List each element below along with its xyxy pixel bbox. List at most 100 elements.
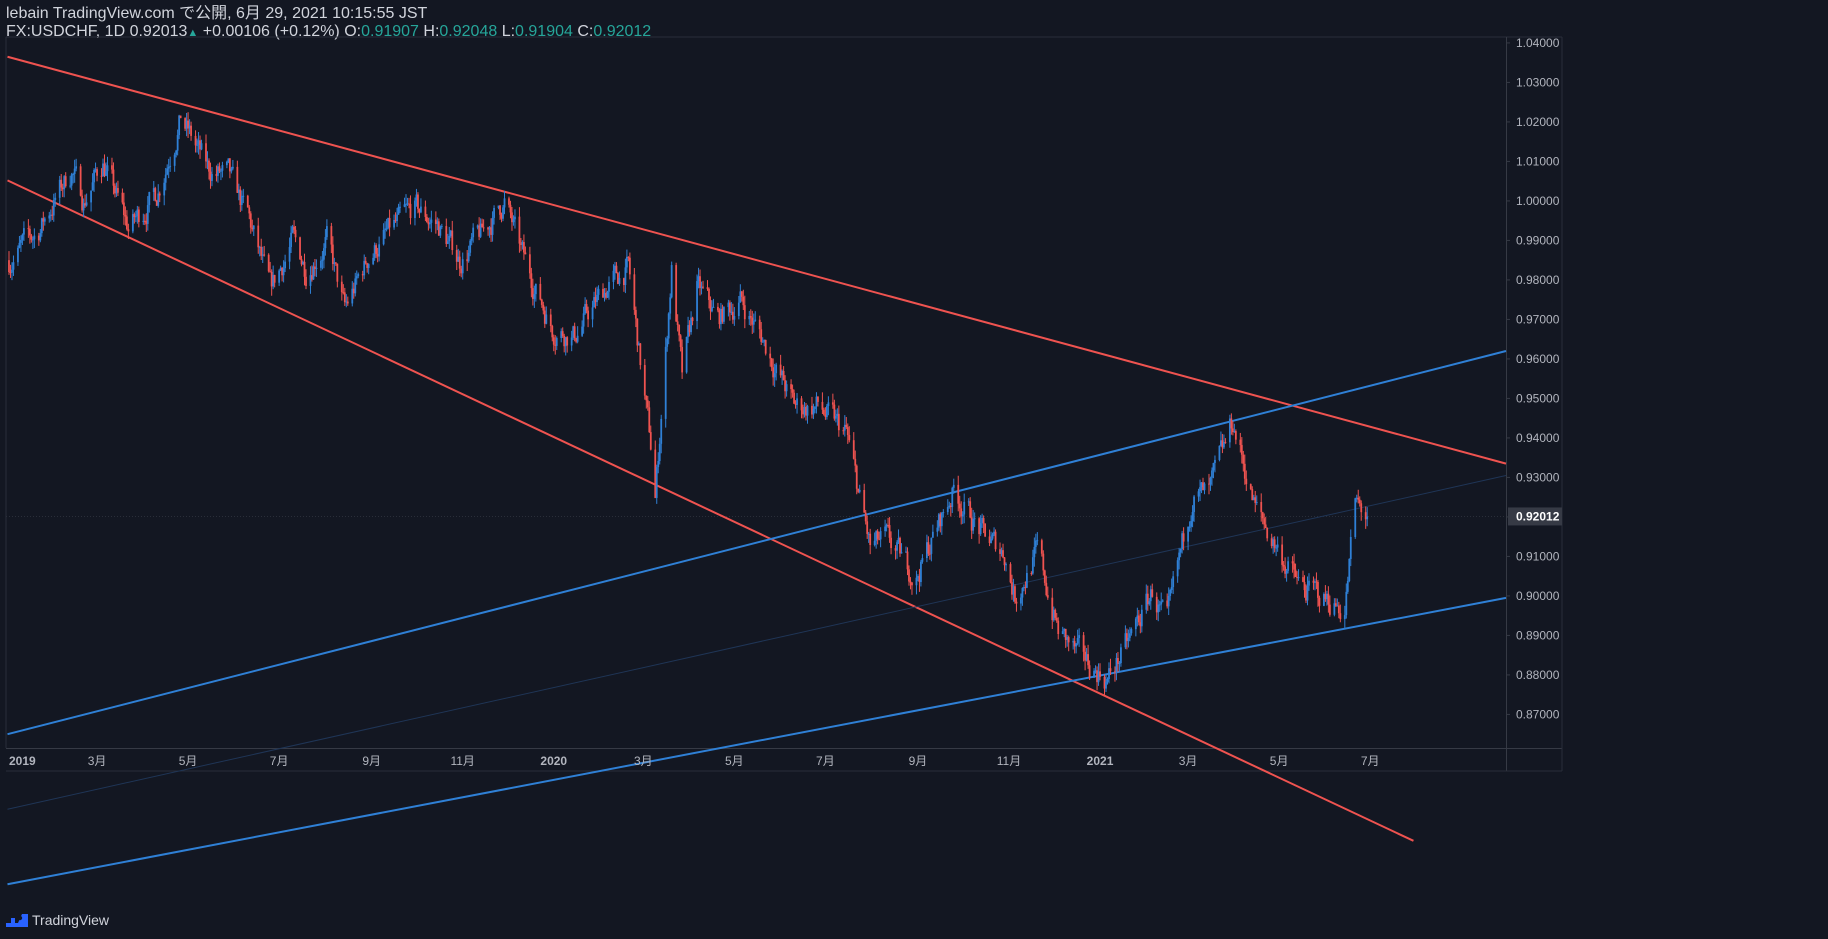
candle-body <box>1076 638 1079 644</box>
candle-body <box>555 338 558 346</box>
candle-body <box>679 335 682 347</box>
candle-body <box>930 537 933 554</box>
candle-body <box>1266 527 1269 539</box>
candle-body <box>205 143 207 162</box>
candle-body <box>848 434 851 441</box>
candle-body <box>899 537 901 554</box>
candle-body <box>123 202 125 216</box>
candle-body <box>382 229 385 245</box>
candle-body <box>655 467 658 498</box>
time-tick-label: 2020 <box>540 754 567 768</box>
candle-body <box>17 247 19 263</box>
price-chart[interactable]: 1.04000 1.03000 1.02000 1.01000 1.00000 0.990… <box>0 0 1828 939</box>
candle-body <box>666 338 669 347</box>
candle-body <box>921 558 924 562</box>
candle-body <box>1282 564 1285 567</box>
candle-body <box>1082 635 1085 652</box>
candle-body <box>481 223 484 228</box>
candle-body <box>834 415 837 419</box>
candle-body <box>728 302 731 313</box>
candle-body <box>303 261 306 277</box>
candle-body <box>428 222 431 225</box>
candle-body <box>890 537 892 549</box>
candle-body <box>1276 544 1279 548</box>
candle-body <box>1042 553 1045 571</box>
price-tick-label: 0.87000 <box>1516 707 1560 721</box>
candle-body <box>1264 524 1267 528</box>
candle-body <box>931 531 934 538</box>
candle-body <box>585 304 588 311</box>
price-tick-label: 0.96000 <box>1516 352 1560 366</box>
candle-body <box>388 217 391 228</box>
candle-body <box>445 226 448 244</box>
candle-body <box>733 316 736 320</box>
candle-body <box>812 408 815 415</box>
candle-body <box>372 257 375 265</box>
price-tick-label: 1.01000 <box>1516 154 1560 168</box>
candle-body <box>493 208 495 218</box>
candle-body <box>1337 605 1340 614</box>
candle-body <box>1281 544 1284 565</box>
candle-body <box>884 526 887 532</box>
candle-body <box>806 405 809 416</box>
candle-body <box>1354 498 1357 537</box>
candle-body <box>23 228 25 235</box>
candle-body <box>502 207 504 219</box>
candle-body <box>393 219 395 228</box>
candle-body <box>284 261 287 269</box>
candle-body <box>1255 502 1258 504</box>
price-tick-label: 0.93000 <box>1516 470 1560 484</box>
candle-body <box>420 206 422 213</box>
candle-body <box>1302 577 1304 582</box>
candle-body <box>957 484 960 504</box>
candle-body <box>1151 589 1154 597</box>
candle-body <box>225 161 228 166</box>
tradingview-logo[interactable]: TradingView <box>6 911 109 929</box>
candle-body <box>612 270 615 282</box>
candle-body <box>166 168 169 175</box>
candle-body <box>397 206 400 215</box>
candle-body <box>430 219 433 223</box>
candle-body <box>991 534 994 539</box>
candle-body <box>1128 633 1131 638</box>
candle-body <box>1224 442 1227 444</box>
candle-body <box>852 440 855 459</box>
candle-body <box>1134 618 1137 630</box>
candle-body <box>1106 679 1109 682</box>
candle-body <box>178 115 181 136</box>
candle-body <box>1118 663 1121 665</box>
candle-body <box>785 384 788 392</box>
candle-body <box>1117 658 1119 664</box>
candle-body <box>1031 557 1034 574</box>
candle-body <box>18 242 21 248</box>
candle-body <box>8 260 10 273</box>
candle-body <box>1188 526 1191 528</box>
candle-body <box>649 432 652 450</box>
candle-body <box>1046 595 1049 598</box>
time-tick-label: 9月 <box>362 754 381 768</box>
candle-body <box>111 165 113 170</box>
candle-body <box>831 402 834 405</box>
grid-layer <box>5 36 1563 772</box>
candle-body <box>696 281 698 322</box>
candle-body <box>491 217 494 235</box>
candle-body <box>440 226 443 228</box>
candle-body <box>1291 561 1294 564</box>
candle-body <box>823 409 825 415</box>
candle-body <box>676 321 679 325</box>
candle-body <box>325 226 328 238</box>
candle-body <box>367 264 370 268</box>
candle-body <box>330 226 333 245</box>
candle-body <box>1176 560 1179 577</box>
candle-body <box>1157 604 1160 613</box>
time-tick-label: 3月 <box>88 754 107 768</box>
candle-body <box>64 176 67 187</box>
candle-body <box>43 218 46 222</box>
candle-body <box>1191 512 1194 522</box>
candle-body <box>508 198 510 205</box>
candle-body <box>769 353 772 359</box>
candle-body <box>908 569 910 582</box>
candle-body <box>164 174 167 183</box>
candle-body <box>900 552 903 554</box>
candle-body <box>75 166 78 169</box>
